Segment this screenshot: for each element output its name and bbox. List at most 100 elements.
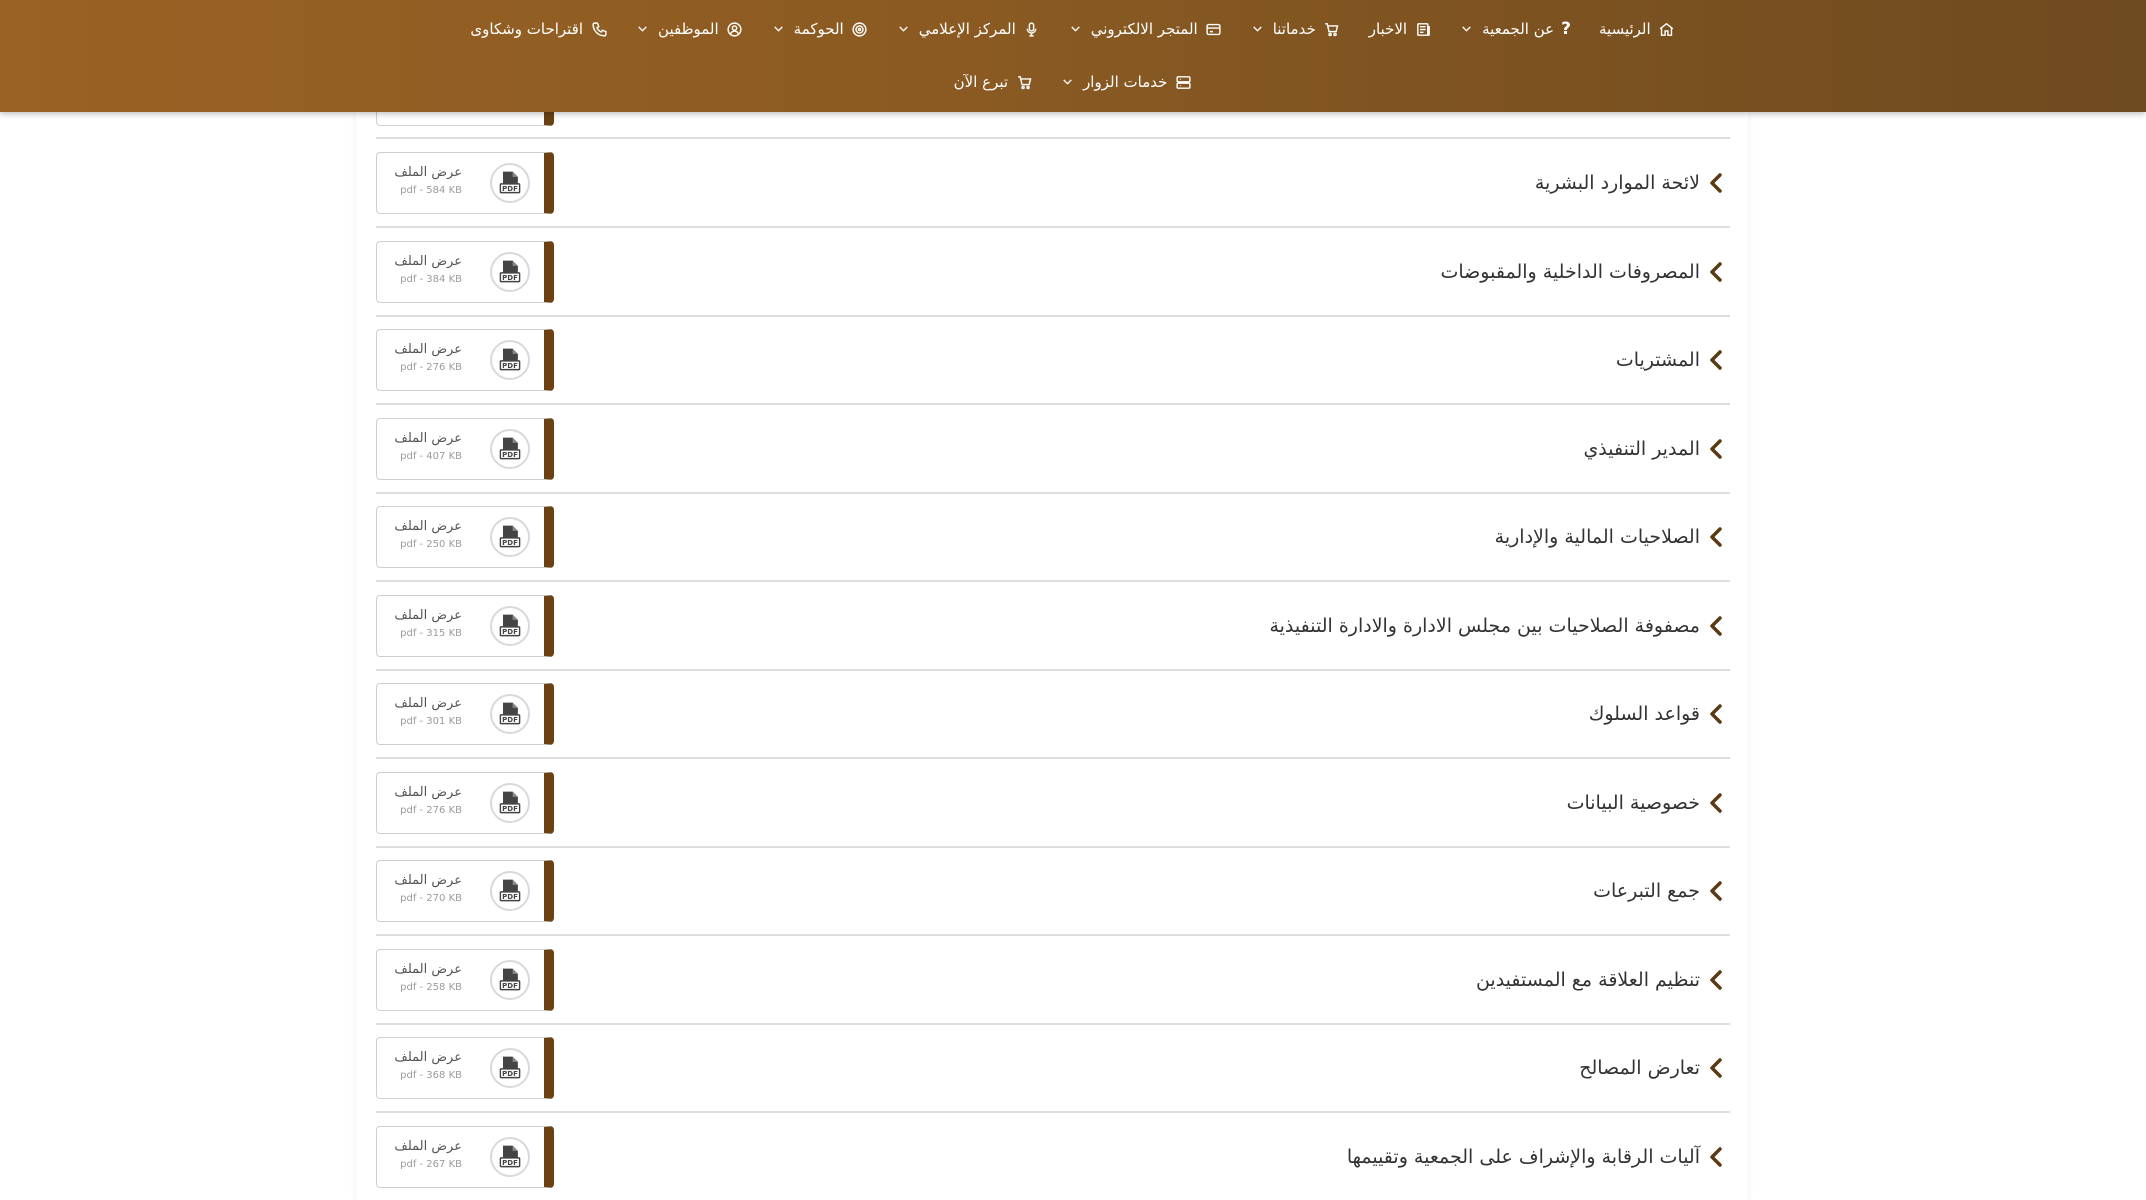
nav-item-row2-1[interactable]: تبرع الآن [954,73,1033,91]
newspaper-icon [1414,20,1432,38]
document-title[interactable]: المشتريات [1616,316,1700,404]
view-file-label: عرض الملف [394,962,462,977]
view-file-button[interactable]: PDF عرض الملف pdf - 584 KB [376,152,554,214]
pdf-file-icon: PDF [490,517,530,557]
document-row: PDF عرض الملف pdf - 368 KB تعارض المصالح [376,1024,1730,1112]
svg-text:PDF: PDF [502,1070,518,1078]
document-row: PDF عرض الملف pdf - 276 KB المشتريات [376,316,1730,404]
chevron-left-icon[interactable] [1706,702,1726,726]
view-file-button[interactable]: PDF عرض الملف pdf - 407 KB [376,418,554,480]
pdf-file-icon: PDF [490,163,530,203]
file-size: pdf - 301 KB [400,716,462,727]
view-file-button[interactable]: PDF عرض الملف pdf - 315 KB [376,595,554,657]
chevron-down-icon [1061,75,1075,89]
document-row: PDF عرض الملف pdf - 267 KB آليات الرقابة وا… [376,1113,1730,1200]
document-title[interactable]: جمع التبرعات [1593,847,1700,935]
nav-item-label: تبرع الآن [953,73,1009,91]
svg-text:PDF: PDF [502,893,518,901]
document-row: PDF عرض الملف pdf - 584 KB لائحة الموارد ال… [376,139,1730,227]
nav-item-label: اقتراحات وشكاوى [470,20,584,38]
svg-text:PDF: PDF [502,451,518,459]
view-file-button[interactable]: PDF عرض الملف pdf - 276 KB [376,772,554,834]
file-size: pdf - 584 KB [400,185,462,196]
document-title[interactable]: تعارض المصالح [1579,1024,1700,1112]
nav-item-row1-8[interactable]: اقتراحات وشكاوى [470,20,608,38]
view-file-button[interactable]: PDF عرض الملف pdf - 276 KB [376,329,554,391]
nav-item-row1-1[interactable]: ? عن الجمعية [1460,19,1571,39]
chevron-left-icon[interactable] [1706,437,1726,461]
document-title[interactable]: مصفوفة الصلاحيات بين مجلس الادارة والادا… [1269,582,1700,670]
view-file-button[interactable]: PDF عرض الملف pdf - 368 KB [376,1037,554,1099]
user-circle-icon [726,20,744,38]
view-file-button[interactable]: PDF عرض الملف pdf - 250 KB [376,506,554,568]
nav-item-label: المتجر الالكتروني [1090,20,1198,38]
chevron-left-icon[interactable] [1706,348,1726,372]
nav-item-row1-4[interactable]: المتجر الالكتروني [1069,20,1223,38]
svg-text:PDF: PDF [502,274,518,282]
pdf-file-icon: PDF [490,1137,530,1177]
pdf-file-icon: PDF [490,694,530,734]
pdf-file-icon: PDF [490,606,530,646]
view-file-label: عرض الملف [394,696,462,711]
document-row: PDF عرض الملف pdf - 250 KB الصلاحيات المالي… [376,493,1730,581]
chevron-left-icon[interactable] [1706,879,1726,903]
chevron-left-icon[interactable] [1706,1056,1726,1080]
view-file-button[interactable]: PDF عرض الملف pdf - 258 KB [376,949,554,1011]
nav-item-row1-0[interactable]: الرئيسية [1599,20,1676,38]
document-title[interactable]: تنظيم العلاقة مع المستفيدين [1476,936,1700,1024]
file-size: pdf - 276 KB [400,805,462,816]
svg-text:PDF: PDF [502,628,518,636]
svg-text:PDF: PDF [502,539,518,547]
document-row: PDF عرض الملف pdf - 270 KB جمع التبرعات [376,847,1730,935]
view-file-button[interactable]: PDF عرض الملف pdf - 270 KB [376,860,554,922]
nav-item-row1-7[interactable]: الموظفين [636,20,744,38]
chevron-left-icon[interactable] [1706,171,1726,195]
chevron-left-icon[interactable] [1706,968,1726,992]
nav-item-row1-3[interactable]: خدماتنا [1251,20,1341,38]
nav-item-label: الحوكمة [793,20,844,38]
svg-text:PDF: PDF [502,1159,518,1167]
document-title[interactable]: آليات الرقابة والإشراف على الجمعية وتقيي… [1347,1113,1700,1200]
file-size: pdf - 407 KB [400,451,462,462]
nav-row-secondary: خدمات الزوار تبرع الآن [0,67,2146,97]
cart-icon [1323,20,1341,38]
document-row: PDF عرض الملف pdf - 258 KB تنظيم العلاقة مع… [376,936,1730,1024]
nav-item-label: الموظفين [658,20,719,38]
document-title[interactable]: المصروفات الداخلية والمقبوضات [1441,228,1701,316]
chevron-left-icon[interactable] [1706,1145,1726,1169]
nav-item-row2-0[interactable]: خدمات الزوار [1061,73,1192,91]
pdf-file-icon: PDF [490,960,530,1000]
home-icon [1658,20,1676,38]
view-file-label: عرض الملف [394,785,462,800]
chevron-left-icon[interactable] [1706,260,1726,284]
microphone-icon [1023,20,1041,38]
nav-item-label: خدماتنا [1272,20,1316,38]
document-title[interactable]: المدير التنفيذي [1583,405,1700,493]
chevron-left-icon[interactable] [1706,525,1726,549]
view-file-label: عرض الملف [394,1139,462,1154]
view-file-label: عرض الملف [394,1050,462,1065]
view-file-label: عرض الملف [394,342,462,357]
document-title[interactable]: لائحة الموارد البشرية [1535,139,1700,227]
document-title[interactable]: قواعد السلوك [1589,670,1700,758]
view-file-button[interactable]: PDF عرض الملف pdf - 267 KB [376,1126,554,1188]
view-file-button[interactable]: PDF عرض الملف pdf - 384 KB [376,241,554,303]
svg-text:PDF: PDF [502,982,518,990]
nav-item-row1-5[interactable]: المركز الإعلامي [897,20,1041,38]
view-file-label: عرض الملف [394,431,462,446]
view-file-label: عرض الملف [394,519,462,534]
nav-row-primary: الرئيسية ? عن الجمعية الاخبار خدماتنا المتجر … [0,14,2146,44]
view-file-button[interactable]: PDF عرض الملف pdf - 301 KB [376,683,554,745]
chevron-left-icon[interactable] [1706,791,1726,815]
view-file-label: عرض الملف [394,608,462,623]
phone-icon [590,20,608,38]
document-title[interactable]: الصلاحيات المالية والإدارية [1495,493,1700,581]
nav-item-row1-2[interactable]: الاخبار [1369,20,1432,38]
chevron-left-icon[interactable] [1706,614,1726,638]
file-size: pdf - 384 KB [400,274,462,285]
nav-item-label: خدمات الزوار [1083,73,1168,91]
document-title[interactable]: خصوصية البيانات [1567,759,1700,847]
nav-item-row1-6[interactable]: الحوكمة [772,20,869,38]
pdf-file-icon: PDF [490,783,530,823]
svg-text:PDF: PDF [502,185,518,193]
